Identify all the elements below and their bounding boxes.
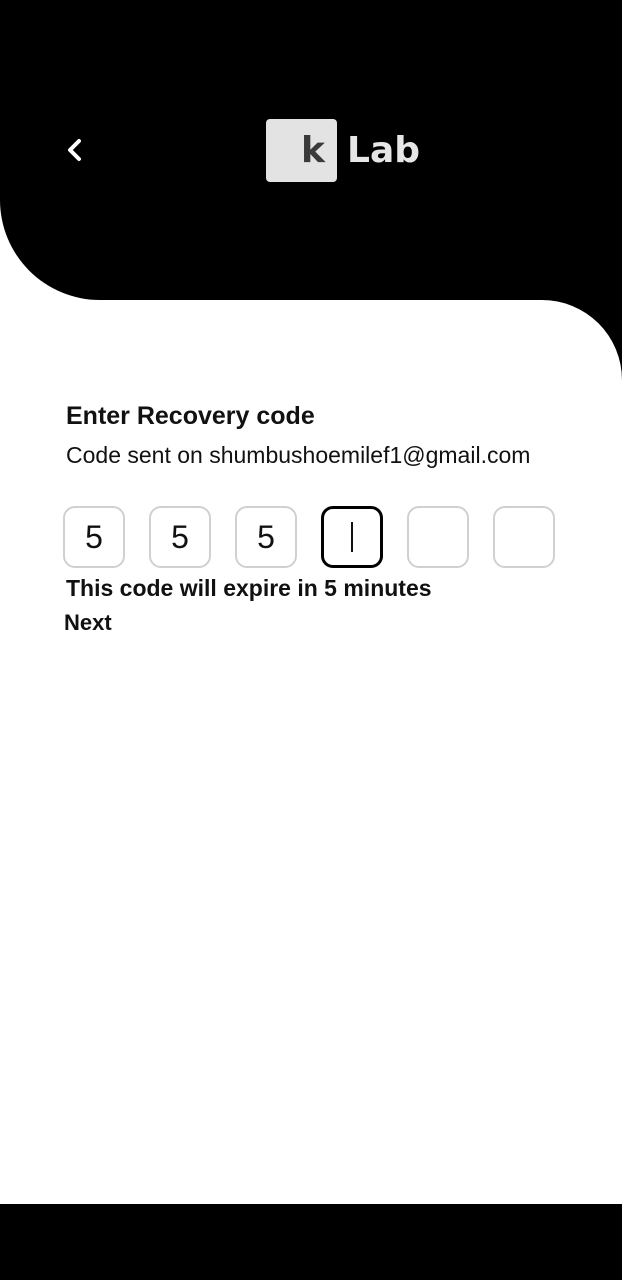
content-panel [0, 300, 622, 1204]
code-input-row: 5 5 5 [63, 506, 555, 568]
chevron-left-icon [68, 139, 81, 161]
logo-text: Lab [347, 130, 421, 171]
code-sent-info: Code sent on shumbushoemilef1@gmail.com [66, 442, 531, 468]
logo-box: k [266, 119, 337, 182]
page-title: Enter Recovery code [66, 402, 315, 430]
header-corner [0, 200, 100, 300]
recovery-screen: k Lab Enter Recovery code Code sent on s… [0, 0, 622, 1280]
code-digit-1[interactable]: 5 [63, 506, 125, 568]
code-digit-6[interactable] [493, 506, 555, 568]
code-digit-4[interactable] [321, 506, 383, 568]
back-button[interactable] [52, 128, 96, 172]
code-digit-2[interactable]: 5 [149, 506, 211, 568]
next-button[interactable]: Next [64, 610, 112, 636]
text-cursor [351, 522, 353, 552]
code-digit-5[interactable] [407, 506, 469, 568]
system-nav-bar [0, 1204, 622, 1280]
code-digit-3[interactable]: 5 [235, 506, 297, 568]
app-logo: k Lab [266, 119, 420, 182]
expire-notice: This code will expire in 5 minutes [66, 575, 432, 601]
